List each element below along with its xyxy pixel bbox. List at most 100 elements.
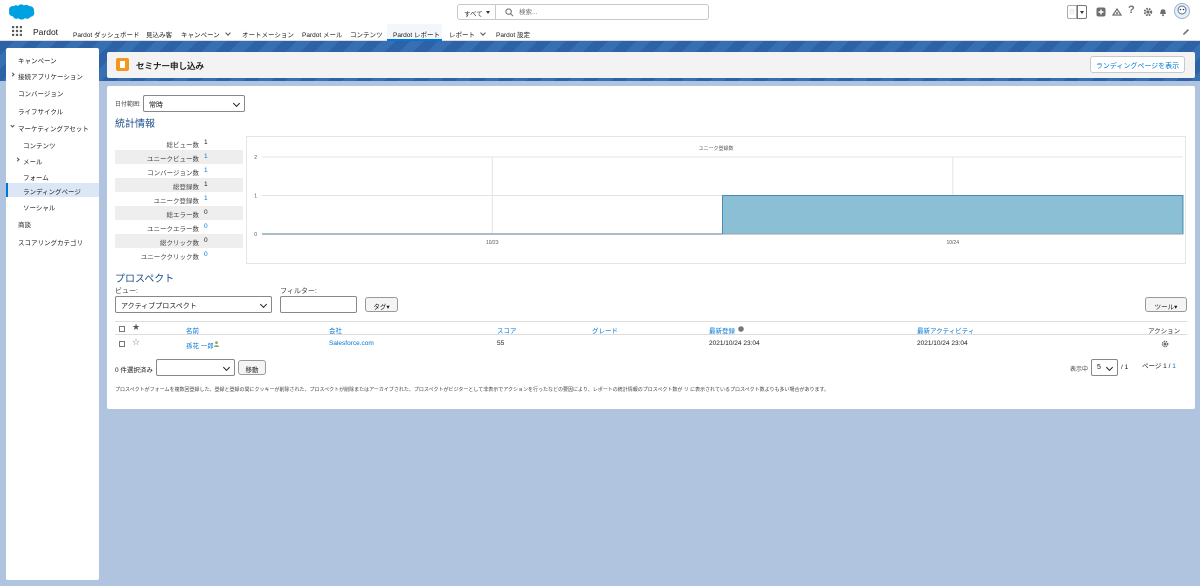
move-target-select[interactable] <box>156 359 235 376</box>
nav-item-automation[interactable]: オートメーション <box>242 24 294 41</box>
nav-item-prospects[interactable]: 見込み客 <box>146 24 172 41</box>
stat-value-link[interactable]: 0 <box>204 223 208 230</box>
column-header-grade[interactable]: グレード <box>592 325 618 335</box>
date-range-label: 日付範囲: <box>115 102 141 108</box>
stat-value-link[interactable]: 1 <box>204 167 208 174</box>
nav-item-pardot-dashboard[interactable]: Pardot ダッシュボード <box>73 24 139 41</box>
sidebar-item-email[interactable]: メール <box>6 153 99 167</box>
prospects-table-header: ★ 名前 会社 スコア グレード 最新登録 最新アクティビティ アクション <box>115 321 1187 335</box>
nav-item-label: キャンペーン <box>181 32 220 39</box>
gear-icon[interactable] <box>1161 340 1169 348</box>
prospect-view-select[interactable]: アクティブプロスペクト <box>115 296 272 313</box>
sidebar-item-forms[interactable]: フォーム <box>6 169 99 183</box>
stat-row: 総ビュー数 1 <box>115 136 243 150</box>
prospect-view-value: アクティブプロスペクト <box>121 303 197 310</box>
sidebar-item-landing-pages[interactable]: ランディングページ <box>6 183 99 197</box>
sidebar-item-connected-apps[interactable]: 接続アプリケーション <box>6 68 99 82</box>
search-input[interactable] <box>519 6 699 18</box>
nav-item-label: Pardot メール <box>302 32 343 39</box>
nav-item-pardot-email[interactable]: Pardot メール <box>302 24 342 41</box>
date-range-select[interactable]: 常時 <box>143 95 245 112</box>
avatar[interactable] <box>1174 2 1190 20</box>
stat-value: 1 <box>204 139 208 146</box>
nav-item-label: Pardot 設定 <box>496 32 530 39</box>
stat-label: 総登録数 <box>173 184 199 191</box>
sidebar-item-label: ライフサイクル <box>18 109 64 116</box>
sidebar-item-social[interactable]: ソーシャル <box>6 199 99 213</box>
column-header-last-activity[interactable]: 最新アクティビティ <box>917 325 974 335</box>
help-icon[interactable]: ? <box>1128 5 1138 19</box>
nav-item-content[interactable]: コンテンツ <box>350 24 383 41</box>
gear-icon[interactable] <box>1143 5 1153 19</box>
nav-item-reports[interactable]: レポート <box>449 24 486 41</box>
y-tick-label: 0 <box>254 232 257 238</box>
chevron-down-icon[interactable] <box>224 30 231 36</box>
global-search[interactable]: すべて <box>457 4 709 20</box>
chevron-down-icon[interactable] <box>10 123 15 128</box>
favorites-star-icon[interactable]: ☆ <box>1067 5 1077 19</box>
global-create-icon[interactable] <box>1096 5 1106 19</box>
app-launcher-icon[interactable] <box>12 26 22 36</box>
column-header-name[interactable]: 名前 <box>186 325 199 335</box>
tag-button[interactable]: タグ▾ <box>365 297 398 312</box>
prospect-name-link[interactable]: 孫花 一郎 <box>186 340 214 350</box>
search-scope-dropdown[interactable]: すべて <box>458 5 496 19</box>
stat-label: コンバージョン数 <box>147 170 199 177</box>
tools-button[interactable]: ツール▾ <box>1145 297 1187 312</box>
stat-row: 総登録数 1 <box>115 178 243 192</box>
column-header-score[interactable]: スコア <box>497 325 517 335</box>
per-page-select[interactable]: 5 <box>1091 359 1118 376</box>
sidebar-item-lifecycle[interactable]: ライフサイクル <box>6 103 99 117</box>
date-range-value: 常時 <box>149 102 163 109</box>
stat-label: 総エラー数 <box>166 212 200 219</box>
sidebar-item-label: スコアリングカテゴリ <box>18 240 83 247</box>
sidebar-item-label: 商談 <box>18 222 31 229</box>
sidebar-item-opportunities[interactable]: 商談 <box>6 216 99 230</box>
row-checkbox[interactable] <box>119 341 125 347</box>
stat-value-link[interactable]: 1 <box>204 153 208 160</box>
column-header-company[interactable]: 会社 <box>329 325 342 335</box>
info-icon <box>738 326 744 332</box>
nav-item-label: Pardot レポート <box>393 32 440 39</box>
chevron-down-icon[interactable] <box>480 30 486 36</box>
chevron-down-icon <box>486 11 490 14</box>
sidebar-item-campaigns[interactable]: キャンペーン <box>6 52 99 66</box>
prospect-company-link[interactable]: Salesforce.com <box>329 340 374 347</box>
select-all-checkbox[interactable] <box>119 326 125 332</box>
favorite-star-icon[interactable]: ☆ <box>132 337 140 348</box>
nav-item-pardot-reports[interactable]: Pardot レポート <box>387 24 442 41</box>
view-landing-page-button[interactable]: ランディングページを表示 <box>1090 56 1185 73</box>
trailhead-icon[interactable] <box>1112 5 1122 19</box>
footnote: プロスペクトがフォームを複数回登録した、登録と登録の間にクッキーが削除された、プ… <box>115 387 830 393</box>
sidebar-item-conversions[interactable]: コンバージョン <box>6 85 99 99</box>
notification-bell-icon[interactable] <box>1158 5 1168 19</box>
nav-item-pardot-settings[interactable]: Pardot 設定 <box>496 24 530 41</box>
sidebar-item-content[interactable]: コンテンツ <box>6 137 99 151</box>
stat-label: ユニークビュー数 <box>147 156 199 163</box>
stat-value-link[interactable]: 0 <box>204 251 208 258</box>
chevron-down-icon <box>222 363 231 372</box>
column-header-last-registration[interactable]: 最新登録 <box>709 325 735 335</box>
salesforce-logo[interactable] <box>7 3 35 21</box>
chevron-down-icon <box>232 99 241 108</box>
app-name: Pardot <box>33 27 59 37</box>
stat-value: 0 <box>204 209 208 216</box>
chevron-right-icon[interactable] <box>10 72 15 77</box>
chart-title: ユニーク登録数 <box>698 145 733 152</box>
page-total-link[interactable]: 1 <box>1172 363 1176 370</box>
sidebar-item-label: マーケティングアセット <box>18 126 89 133</box>
chart-svg: ユニーク登録数 0 1 2 10/23 10/24 <box>254 145 1184 246</box>
registrations-chart: ユニーク登録数 0 1 2 10/23 10/24 <box>246 136 1186 264</box>
filter-input[interactable] <box>280 296 357 313</box>
nav-item-campaigns[interactable]: キャンペーン <box>181 24 231 41</box>
prospect-score: 55 <box>497 340 505 347</box>
favorites-menu-icon[interactable] <box>1077 5 1087 19</box>
chevron-down-icon <box>259 300 268 309</box>
edit-nav-pencil-icon[interactable] <box>1182 28 1190 36</box>
sidebar: キャンペーン 接続アプリケーション コンバージョン ライフサイクル マーケティン… <box>6 48 99 580</box>
sidebar-item-scoring-categories[interactable]: スコアリングカテゴリ <box>6 234 99 248</box>
sidebar-item-marketing-assets[interactable]: マーケティングアセット <box>6 120 99 134</box>
stat-value-link[interactable]: 1 <box>204 195 208 202</box>
chevron-right-icon[interactable] <box>15 157 20 162</box>
move-button[interactable]: 移動 <box>238 360 266 375</box>
